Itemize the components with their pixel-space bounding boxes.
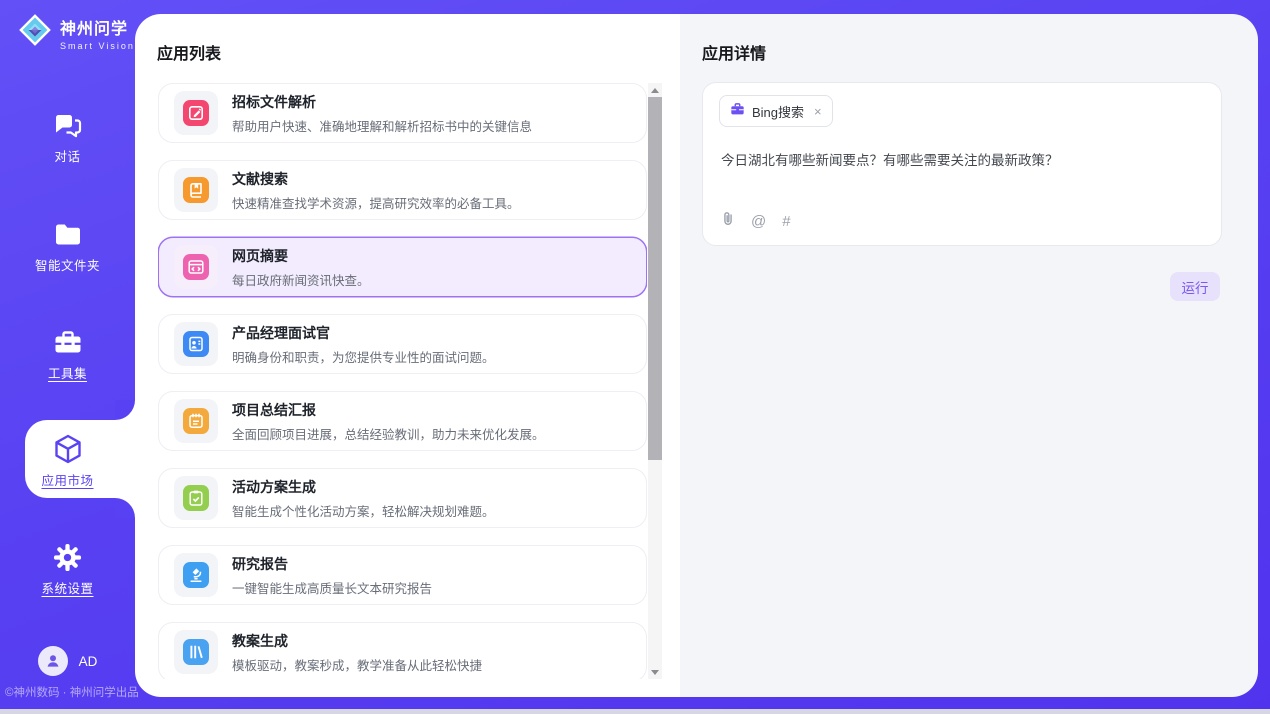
prompt-input-card[interactable]: Bing搜索 × 今日湖北有哪些新闻要点？有哪些需要关注的最新政策？ @ # bbox=[702, 82, 1222, 246]
sidebar-item-label: 智能文件夹 bbox=[35, 255, 100, 274]
app-list-panel: 应用列表 招标文件解析 帮助用户快速、准确地理解和解析招标书中的关键信息 文献搜… bbox=[135, 14, 680, 697]
prompt-toolbar: @ # bbox=[721, 210, 791, 232]
app-card-desc: 一键智能生成高质量长文本研究报告 bbox=[232, 578, 432, 597]
app-card[interactable]: 研究报告 一键智能生成高质量长文本研究报告 bbox=[158, 545, 647, 605]
app-card-title: 文献搜索 bbox=[232, 169, 520, 189]
attachment-icon[interactable] bbox=[721, 210, 735, 232]
folder-icon bbox=[53, 219, 83, 249]
interviewer-icon bbox=[183, 331, 209, 357]
toolbox-icon bbox=[53, 327, 83, 357]
brand-subtitle: Smart Vision bbox=[60, 41, 135, 51]
app-icon-tile bbox=[174, 91, 218, 135]
notepad-icon bbox=[183, 408, 209, 434]
cube-icon bbox=[52, 434, 84, 464]
prompt-query-text: 今日湖北有哪些新闻要点？有哪些需要关注的最新政策？ bbox=[721, 151, 1205, 171]
app-icon-tile bbox=[174, 399, 218, 443]
active-tab-curve-bottom bbox=[115, 498, 135, 518]
app-card[interactable]: 产品经理面试官 明确身份和职责，为您提供专业性的面试问题。 bbox=[158, 314, 647, 374]
app-card-desc: 明确身份和职责，为您提供专业性的面试问题。 bbox=[232, 347, 495, 366]
scroll-up-button[interactable] bbox=[648, 83, 662, 97]
scroll-down-button[interactable] bbox=[648, 665, 662, 679]
briefcase-icon bbox=[730, 102, 745, 121]
app-card[interactable]: 招标文件解析 帮助用户快速、准确地理解和解析招标书中的关键信息 bbox=[158, 83, 647, 143]
scrollbar[interactable] bbox=[648, 83, 662, 679]
app-list: 招标文件解析 帮助用户快速、准确地理解和解析招标书中的关键信息 文献搜索 快速精… bbox=[158, 83, 647, 679]
app-card-title: 招标文件解析 bbox=[232, 92, 532, 112]
brand-name: 神州问学 bbox=[60, 15, 135, 39]
app-card-title: 项目总结汇报 bbox=[232, 400, 545, 420]
sidebar-item-app-market[interactable]: 应用市场 bbox=[0, 434, 135, 489]
scroll-down-icon bbox=[651, 670, 659, 675]
sidebar-item-smart-folder[interactable]: 智能文件夹 bbox=[0, 219, 135, 274]
app-icon-tile bbox=[174, 476, 218, 520]
tool-tag[interactable]: Bing搜索 × bbox=[719, 95, 833, 127]
sidebar-footer: ©神州数码 · 神州问学出品 bbox=[5, 684, 139, 700]
content-frame: 应用列表 招标文件解析 帮助用户快速、准确地理解和解析招标书中的关键信息 文献搜… bbox=[135, 14, 1258, 697]
user-row[interactable]: AD bbox=[0, 646, 135, 676]
app-card[interactable]: 教案生成 模板驱动，教案秒成，教学准备从此轻松快捷 bbox=[158, 622, 647, 679]
brand: 神州问学 Smart Vision bbox=[17, 12, 135, 53]
app-card-desc: 全面回顾项目进展，总结经验教训，助力未来优化发展。 bbox=[232, 424, 545, 443]
app-card-desc: 快速精准查找学术资源，提高研究效率的必备工具。 bbox=[232, 193, 520, 212]
gear-icon bbox=[53, 542, 82, 572]
book-icon bbox=[183, 177, 209, 203]
sidebar-item-label: 工具集 bbox=[48, 363, 87, 382]
app-card[interactable]: 活动方案生成 智能生成个性化活动方案，轻松解决规划难题。 bbox=[158, 468, 647, 528]
app-card-desc: 模板驱动，教案秒成，教学准备从此轻松快捷 bbox=[232, 655, 482, 674]
app-card-title: 研究报告 bbox=[232, 554, 432, 574]
mention-icon[interactable]: @ bbox=[751, 214, 766, 229]
sidebar-item-label: 系统设置 bbox=[41, 578, 93, 597]
app-window: { "brand": { "name": "神州问学", "subtitle":… bbox=[0, 0, 1270, 714]
app-card-desc: 智能生成个性化活动方案，轻松解决规划难题。 bbox=[232, 501, 495, 520]
active-tab-curve-top bbox=[115, 400, 135, 420]
avatar[interactable] bbox=[38, 646, 68, 676]
clipboard-check-icon bbox=[183, 485, 209, 511]
app-icon-tile bbox=[174, 245, 218, 289]
app-card-title: 网页摘要 bbox=[232, 246, 370, 266]
sidebar-item-system-settings[interactable]: 系统设置 bbox=[0, 542, 135, 597]
app-icon-tile bbox=[174, 630, 218, 674]
app-card-desc: 每日政府新闻资讯快查。 bbox=[232, 270, 370, 289]
books-icon bbox=[183, 639, 209, 665]
app-icon-tile bbox=[174, 322, 218, 366]
edit-doc-icon bbox=[183, 100, 209, 126]
sidebar: 神州问学 Smart Vision 对话 智能文件夹 工具集 应用市场 系统设置… bbox=[0, 0, 135, 709]
sidebar-item-toolset[interactable]: 工具集 bbox=[0, 327, 135, 382]
app-card[interactable]: 网页摘要 每日政府新闻资讯快查。 bbox=[158, 237, 647, 297]
app-card[interactable]: 文献搜索 快速精准查找学术资源，提高研究效率的必备工具。 bbox=[158, 160, 647, 220]
app-icon-tile bbox=[174, 553, 218, 597]
person-icon bbox=[45, 653, 61, 669]
app-card-title: 教案生成 bbox=[232, 631, 482, 651]
user-initials: AD bbox=[79, 654, 98, 669]
tool-tag-label: Bing搜索 bbox=[752, 102, 804, 121]
app-icon-tile bbox=[174, 168, 218, 212]
run-button[interactable]: 运行 bbox=[1170, 272, 1220, 301]
app-card-title: 产品经理面试官 bbox=[232, 323, 495, 343]
chat-icon bbox=[53, 110, 83, 140]
brand-logo-icon bbox=[17, 12, 53, 53]
sidebar-item-label: 对话 bbox=[54, 146, 80, 165]
sidebar-item-label: 应用市场 bbox=[41, 470, 93, 489]
scroll-thumb[interactable] bbox=[648, 97, 662, 460]
app-card[interactable]: 项目总结汇报 全面回顾项目进展，总结经验教训，助力未来优化发展。 bbox=[158, 391, 647, 451]
app-detail-panel: 应用详情 Bing搜索 × 今日湖北有哪些新闻要点？有哪些需要关注的最新政策？ bbox=[680, 14, 1258, 697]
app-card-title: 活动方案生成 bbox=[232, 477, 495, 497]
sidebar-item-chat[interactable]: 对话 bbox=[0, 110, 135, 165]
app-list-title: 应用列表 bbox=[157, 40, 221, 64]
hashtag-icon[interactable]: # bbox=[782, 214, 790, 229]
tool-tag-close-icon[interactable]: × bbox=[814, 104, 822, 119]
app-card-desc: 帮助用户快速、准确地理解和解析招标书中的关键信息 bbox=[232, 116, 532, 135]
scroll-up-icon bbox=[651, 88, 659, 93]
app-detail-title: 应用详情 bbox=[702, 40, 766, 64]
browser-code-icon bbox=[183, 254, 209, 280]
bottom-strip bbox=[0, 709, 1270, 714]
microscope-icon bbox=[183, 562, 209, 588]
